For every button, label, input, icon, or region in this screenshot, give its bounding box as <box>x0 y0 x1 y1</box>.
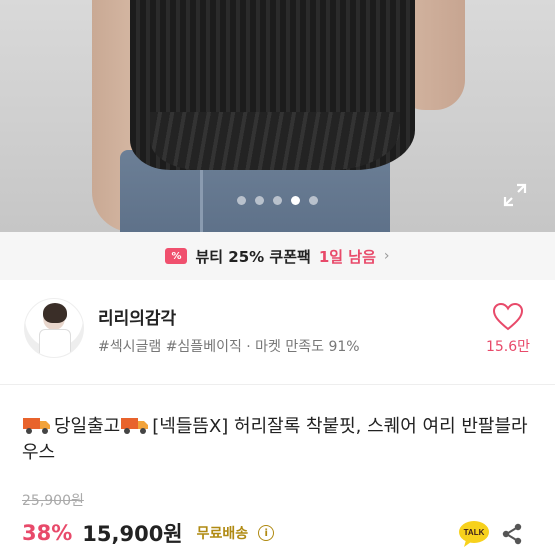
coupon-remaining: 1일 남음 <box>318 247 376 266</box>
seller-tags: #섹시글램 #심플베이직 · 마켓 만족도 91% <box>98 339 360 355</box>
talk-label: TALK <box>464 528 485 537</box>
divider <box>0 384 555 385</box>
gallery-dot[interactable] <box>255 196 264 205</box>
expand-arrows-icon <box>503 183 527 207</box>
sale-price: 15,900원 <box>82 522 183 546</box>
gallery-dot[interactable] <box>309 196 318 205</box>
coupon-icon: % <box>165 248 188 264</box>
gallery-dot-active[interactable] <box>291 196 300 205</box>
price-row: 38% 15,900원 무료배송 i <box>22 518 275 548</box>
seller-section: 리리의감각 #섹시글램 #심플베이직 · 마켓 만족도 91% 15.6만 <box>0 280 555 380</box>
product-image[interactable] <box>0 0 555 232</box>
talk-chat-icon: TALK <box>459 521 489 547</box>
original-price: 25,900원 <box>22 493 84 509</box>
delivery-truck-icon <box>22 415 52 435</box>
heart-icon <box>492 302 524 331</box>
like-count: 15.6만 <box>485 339 531 355</box>
share-button[interactable] <box>500 522 524 546</box>
kakao-talk-button[interactable]: TALK <box>458 520 490 548</box>
seller-name[interactable]: 리리의감각 <box>98 304 176 329</box>
free-shipping-label: 무료배송 <box>196 526 249 542</box>
share-icon <box>502 523 522 545</box>
delivery-truck-icon <box>120 415 150 435</box>
product-title: 당일출고 [넥들뜸X] 허리잘록 착붙핏, 스퀘어 여리 반팔블라우스 <box>22 414 542 466</box>
like-button[interactable] <box>492 302 524 332</box>
expand-button[interactable] <box>500 180 530 210</box>
avatar[interactable] <box>24 298 84 358</box>
title-same-day: 당일출고 <box>54 416 121 437</box>
coupon-banner[interactable]: % 뷰티 25% 쿠폰팩 1일 남음 › <box>0 232 555 280</box>
avatar-top <box>39 329 71 357</box>
gallery-pagination <box>0 196 555 205</box>
gallery-dot[interactable] <box>237 196 246 205</box>
chevron-right-icon: › <box>383 248 390 264</box>
coupon-text: 뷰티 25% 쿠폰팩 <box>195 247 311 266</box>
discount-rate: 38% <box>22 521 73 545</box>
gallery-dot[interactable] <box>273 196 282 205</box>
info-icon[interactable]: i <box>258 525 275 541</box>
blouse-peplum <box>150 112 400 170</box>
avatar-hair <box>43 303 67 323</box>
